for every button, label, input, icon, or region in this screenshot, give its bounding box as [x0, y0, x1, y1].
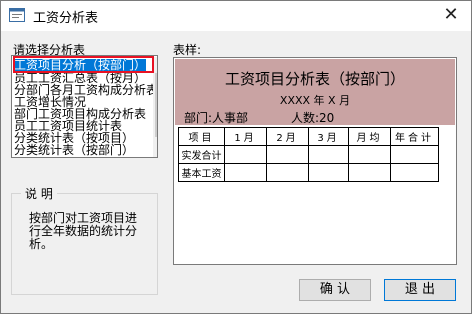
table-row: 实发合计 [178, 145, 439, 164]
title-bar[interactable]: 工资分析表 ✕ [1, 1, 471, 31]
table-cell [390, 163, 439, 182]
column-header: 3月 [308, 127, 349, 146]
preview-department: 部门:人事部 [184, 111, 249, 125]
window-title: 工资分析表 [33, 11, 99, 26]
table-cell [308, 145, 349, 164]
scroll-thumb[interactable] [155, 73, 157, 137]
description-text: 按部门对工资项目进行全年数据的统计分析。 [29, 211, 138, 251]
table-cell [390, 145, 439, 164]
preview-label: 表样: [173, 43, 202, 57]
column-header: 2月 [266, 127, 309, 146]
preview-title: 工资项目分析表（按部门） [224, 70, 405, 88]
table-row: 基本工资 [178, 163, 439, 182]
column-header: 年合计 [390, 127, 439, 146]
table-header-row: 项目 1月 2月 3月 月均 年合计 [178, 127, 439, 146]
description-title: 说 明 [21, 185, 57, 202]
row-header: 实发合计 [178, 145, 225, 164]
table-cell [224, 145, 267, 164]
table-cell [308, 163, 349, 182]
row-header: 基本工资 [178, 163, 225, 182]
preview-headcount: 人数:20 [291, 111, 335, 125]
dialog-window: 工资分析表 ✕ 请选择分析表 工资项目分析（按部门） 员工工资汇总表（按月） 分… [0, 0, 472, 314]
preview-period: XXXX 年 X 月 [279, 94, 351, 107]
table-cell [266, 145, 309, 164]
app-window-icon [9, 8, 25, 22]
exit-button[interactable]: 退 出 [384, 279, 456, 301]
table-cell [224, 163, 267, 182]
preview-header: 工资项目分析表（按部门） XXXX 年 X 月 部门:人事部 人数:20 [175, 59, 455, 125]
preview-grid: 项目 1月 2月 3月 月均 年合计 实发合计 基本工资 [178, 127, 439, 182]
table-cell [348, 145, 391, 164]
table-preview: 工资项目分析表（按部门） XXXX 年 X 月 部门:人事部 人数:20 项目 … [173, 57, 457, 265]
table-cell [348, 163, 391, 182]
column-header: 1月 [224, 127, 267, 146]
close-icon[interactable]: ✕ [431, 1, 471, 31]
confirm-button[interactable]: 确 认 [299, 279, 371, 301]
list-item[interactable]: 分类统计表（按部门） [14, 144, 134, 157]
column-header: 月均 [348, 127, 391, 146]
selected-item-highlight [13, 56, 154, 73]
scroll-down-icon[interactable]: ▼ [153, 143, 157, 157]
table-cell [266, 163, 309, 182]
column-header: 项目 [178, 127, 225, 146]
